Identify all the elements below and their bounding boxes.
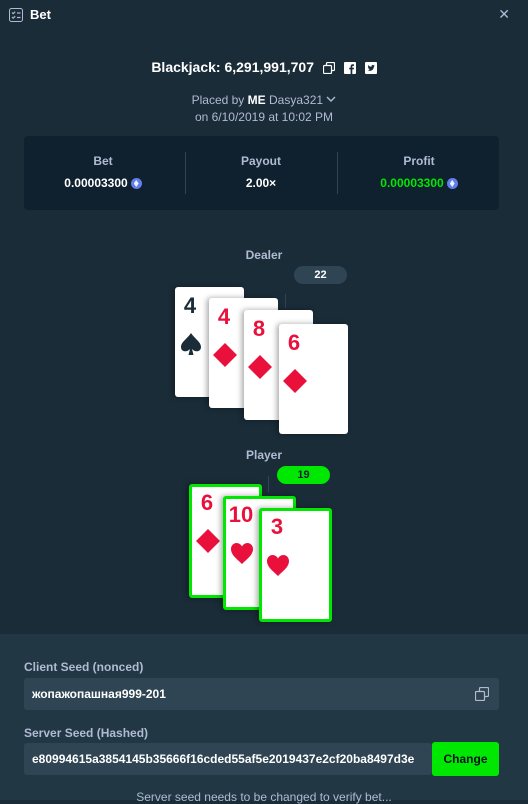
username[interactable]: Dasya321 [269, 93, 323, 107]
stat-profit-label: Profit [403, 154, 435, 168]
server-seed-label: Server Seed (Hashed) [24, 726, 149, 740]
bet-title: Blackjack: 6,291,991,707 [151, 59, 315, 75]
dealer-label: Dealer [245, 248, 283, 262]
placed-info: Placed by ME Dasya321 on 6/10/2019 at 10… [0, 92, 528, 126]
player-tick [268, 476, 269, 492]
dealer-tick [285, 294, 286, 308]
stat-bet-label: Bet [93, 154, 113, 168]
client-seed-value: жопажопашная999-201 [32, 687, 166, 701]
heart-suit-icon [267, 555, 289, 576]
spade-suit-icon [181, 333, 201, 355]
modal-header: Bet ✕ [0, 0, 528, 30]
verify-note: Server seed needs to be changed to verif… [136, 790, 392, 804]
stat-payout-value: 2.00× [245, 176, 277, 190]
card-rank: 8 [252, 316, 266, 341]
bet-title-row: Blackjack: 6,291,991,707 [0, 59, 528, 75]
card-rank: 6 [287, 330, 301, 355]
bet-stats-panel: Bet 0.00003300 Payout 2.00× Profit 0.000… [24, 136, 499, 210]
stat-profit-value: 0.00003300 [340, 176, 498, 190]
card-rank: 4 [183, 293, 197, 318]
player-label: Player [245, 448, 283, 462]
list-check-icon [9, 8, 23, 22]
player-total-badge: 19 [277, 466, 330, 484]
placed-by-prefix: Placed by [191, 93, 245, 107]
stat-payout: Payout 2.00× [182, 136, 340, 210]
stat-bet-value: 0.00003300 [24, 176, 182, 190]
copy-icon[interactable] [475, 687, 489, 701]
diamond-suit-icon [248, 355, 272, 379]
bet-amount: 0.00003300 [64, 176, 128, 190]
close-icon[interactable]: ✕ [498, 6, 510, 23]
modal-title: Bet [30, 7, 51, 22]
stat-payout-label: Payout [240, 154, 281, 168]
diamond-suit-icon [213, 343, 237, 367]
eth-coin-icon [130, 178, 142, 189]
diamond-suit-icon [283, 369, 307, 393]
stat-bet: Bet 0.00003300 [24, 136, 182, 210]
card-rank: 3 [270, 514, 284, 539]
twitter-icon[interactable] [364, 62, 377, 74]
profit-amount: 0.00003300 [380, 176, 444, 190]
dealer-card: 6 [279, 324, 348, 434]
card-rank: 6 [200, 490, 214, 515]
heart-suit-icon [231, 543, 253, 564]
player-card: 3 [259, 508, 332, 622]
stat-profit: Profit 0.00003300 [340, 136, 498, 210]
change-seed-button[interactable]: Change [432, 742, 499, 776]
chevron-down-icon[interactable] [326, 95, 336, 103]
bet-date: on 6/10/2019 at 10:02 PM [194, 110, 334, 124]
user-tag: ME [247, 93, 266, 107]
server-seed-field[interactable]: e80994615a3854145b35666f16cded55af5e2019… [24, 743, 432, 775]
client-seed-field[interactable]: жопажопашная999-201 [24, 678, 499, 710]
server-seed-value: e80994615a3854145b35666f16cded55af5e2019… [32, 752, 415, 766]
facebook-icon[interactable] [343, 62, 356, 74]
eth-coin-icon [446, 178, 458, 189]
placed-by-row[interactable]: Placed by ME Dasya321 [0, 92, 528, 109]
card-rank: 10 [228, 502, 254, 527]
card-rank: 4 [217, 304, 231, 329]
copy-icon[interactable] [322, 62, 335, 74]
dealer-total-badge: 22 [294, 266, 347, 284]
fairness-panel: Client Seed (nonced) жопажопашная999-201… [0, 634, 528, 804]
divider [337, 152, 338, 194]
diamond-suit-icon [196, 529, 220, 553]
client-seed-label: Client Seed (nonced) [24, 660, 144, 674]
